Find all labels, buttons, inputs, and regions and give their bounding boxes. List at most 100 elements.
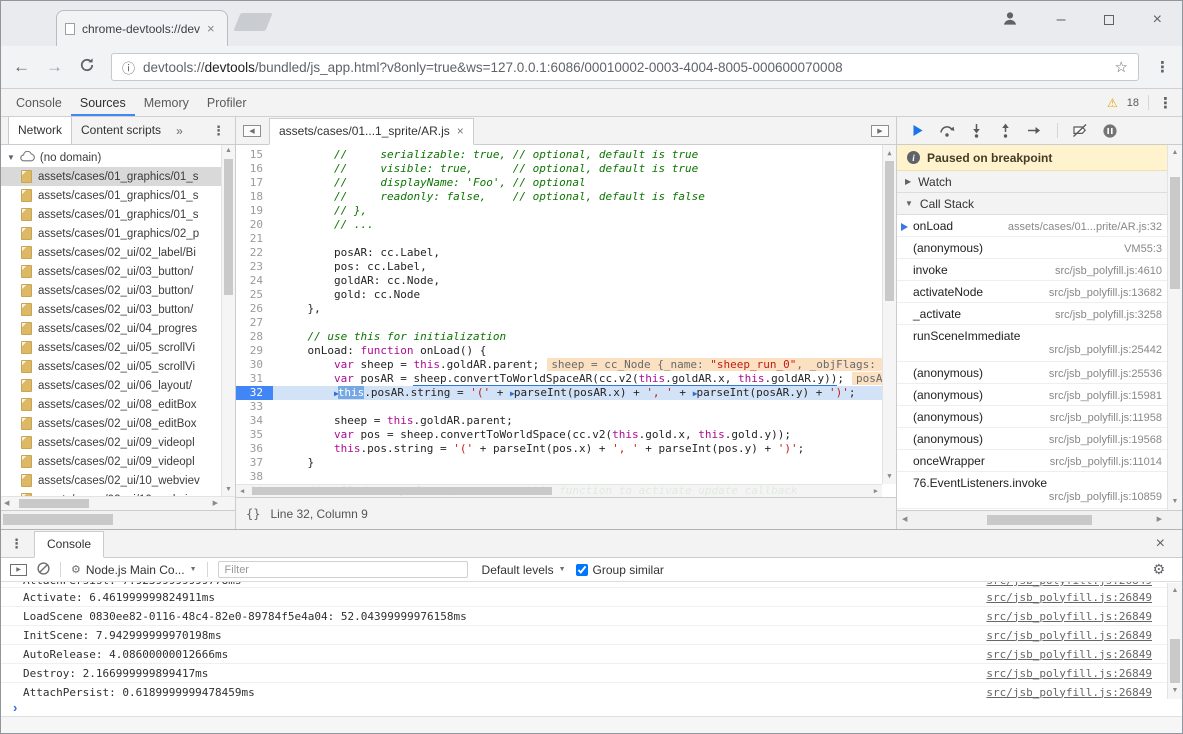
line-number[interactable]: 34 [236,414,273,428]
line-number[interactable]: 16 [236,162,273,176]
address-bar[interactable]: ⓘ devtools://devtools/bundled/js_app.htm… [111,53,1139,81]
line-number[interactable]: 24 [236,274,273,288]
line-number[interactable]: 17 [236,176,273,190]
tab-close-icon[interactable]: × [207,22,215,35]
line-number[interactable]: 22 [236,246,273,260]
file-item[interactable]: assets/cases/02_ui/06_layout/ [1,376,235,395]
scroll-left-icon[interactable]: ◀ [902,511,907,529]
call-stack-frame[interactable]: activateNodesrc/jsb_polyfill.js:13682 [897,281,1182,303]
call-stack-frame[interactable]: onLoadassets/cases/01...prite/AR.js:32 [897,215,1182,237]
step-out-icon[interactable] [998,123,1013,138]
line-number[interactable]: 15 [236,148,273,162]
console-message-link[interactable]: src/jsb_polyfill.js:26849 [986,686,1152,699]
call-stack-frame[interactable]: 76.EventListeners.invokesrc/jsb_polyfill… [897,472,1182,509]
line-number[interactable]: 20 [236,218,273,232]
warning-icon[interactable]: ⚠ [1107,96,1118,110]
scroll-up-icon[interactable]: ▲ [1168,585,1182,597]
console-prompt[interactable]: › [1,699,1182,716]
maximize-button[interactable] [1104,15,1114,25]
drawer-menu-icon[interactable]: ⋮ [10,536,23,552]
console-message-link[interactable]: src/jsb_polyfill.js:26849 [986,591,1152,604]
scroll-left-icon[interactable]: ◀ [240,485,244,497]
editor-horizontal-scrollbar[interactable]: ◀ ▶ [236,484,882,497]
call-stack-frame[interactable]: (anonymous)src/jsb_polyfill.js:19568 [897,428,1182,450]
group-similar-checkbox[interactable] [576,564,588,576]
call-stack-frame[interactable]: (anonymous)src/jsb_polyfill.js:25536 [897,362,1182,384]
line-number[interactable]: 18 [236,190,273,204]
devtools-menu-icon[interactable]: ⋮ [1158,94,1173,112]
close-window-button[interactable]: × [1153,12,1162,28]
pause-on-exceptions-icon[interactable] [1102,123,1118,139]
profile-avatar-icon[interactable] [1002,10,1018,31]
line-number[interactable]: 19 [236,204,273,218]
line-number[interactable]: 32 [236,386,273,400]
pretty-print-icon[interactable]: {} [246,507,260,521]
browser-tab[interactable]: chrome-devtools://dev × [56,10,228,46]
execution-context-selector[interactable]: ⚙ Node.js Main Co... ▼ [71,563,197,577]
scroll-down-icon[interactable]: ▼ [222,484,235,496]
scrollbar-thumb[interactable] [987,515,1092,525]
call-stack-frame[interactable]: onceWrappersrc/jsb_polyfill.js:11014 [897,450,1182,472]
file-item[interactable]: assets/cases/02_ui/05_scrollVi [1,357,235,376]
scroll-up-icon[interactable]: ▲ [1168,147,1182,159]
minimize-button[interactable]: – [1057,12,1066,28]
scrollbar-thumb[interactable] [1170,177,1180,289]
file-item[interactable]: assets/cases/02_ui/09_videopl [1,452,235,471]
log-levels-dropdown[interactable]: Default levels ▼ [482,563,566,577]
line-number[interactable]: 27 [236,316,273,330]
tab-sources-panel[interactable]: Sources [71,89,135,116]
debugger-horizontal-scrollbar[interactable]: ◀ ▶ [897,510,1182,529]
line-number[interactable]: 26 [236,302,273,316]
line-number[interactable]: 36 [236,442,273,456]
tab-content-scripts[interactable]: Content scripts [72,117,170,144]
new-tab-button[interactable] [233,13,272,31]
console-message-link[interactable]: src/jsb_polyfill.js:26849 [986,648,1152,661]
browser-menu-icon[interactable]: ⋮ [1155,58,1170,76]
file-item[interactable]: assets/cases/02_ui/03_button/ [1,281,235,300]
file-item[interactable]: assets/cases/01_graphics/02_p [1,224,235,243]
scroll-down-icon[interactable]: ▼ [883,470,896,482]
scroll-up-icon[interactable]: ▲ [222,145,235,157]
deactivate-breakpoints-icon[interactable] [1072,123,1088,138]
scroll-right-icon[interactable]: ▶ [874,485,878,497]
close-drawer-icon[interactable]: × [1156,535,1173,553]
line-number[interactable]: 35 [236,428,273,442]
tab-console-panel[interactable]: Console [7,89,71,116]
scrollbar-thumb[interactable] [885,161,894,301]
collapse-navigator-icon[interactable]: ◀ [243,125,261,137]
scrollbar-thumb[interactable] [3,514,113,525]
tab-network[interactable]: Network [8,117,72,144]
watch-section-header[interactable]: ▶ Watch [897,171,1182,193]
close-file-icon[interactable]: × [457,124,464,138]
file-item[interactable]: assets/cases/01_graphics/01_s [1,205,235,224]
file-item[interactable]: assets/cases/01_graphics/01_s [1,167,235,186]
scroll-up-icon[interactable]: ▲ [883,147,896,159]
scroll-down-icon[interactable]: ▼ [1168,496,1182,508]
reload-icon[interactable] [79,57,95,78]
step-icon[interactable] [1027,123,1043,138]
call-stack-frame[interactable]: runSceneImmediatesrc/jsb_polyfill.js:254… [897,325,1182,362]
editor-file-tab[interactable]: assets/cases/01...1_sprite/AR.js × [269,118,474,145]
console-message-link[interactable]: src/jsb_polyfill.js:26849 [986,610,1152,623]
console-settings-gear-icon[interactable]: ⚙ [1152,561,1173,578]
console-message-link[interactable]: src/jsb_polyfill.js:26849 [986,629,1152,642]
code-editor[interactable]: 15 // serializable: true, // optional, d… [236,145,896,497]
debugger-vertical-scrollbar[interactable]: ▲ ▼ [1167,145,1182,510]
clear-console-icon[interactable] [37,562,50,578]
console-message-link[interactable]: src/jsb_polyfill.js:26849 [986,582,1152,587]
scroll-down-icon[interactable]: ▼ [1168,685,1182,697]
back-icon[interactable]: ← [13,57,30,77]
file-item[interactable]: assets/cases/02_ui/04_progres [1,319,235,338]
call-stack-frame[interactable]: invokesrc/jsb_polyfill.js:4610 [897,259,1182,281]
file-item[interactable]: assets/cases/02_ui/10_webviev [1,471,235,490]
editor-vertical-scrollbar[interactable]: ▲ ▼ [882,145,896,484]
scroll-right-icon[interactable]: ▶ [213,497,218,510]
file-item[interactable]: assets/cases/02_ui/05_scrollVi [1,338,235,357]
scrollbar-thumb[interactable] [224,159,233,295]
resume-icon[interactable] [910,123,925,138]
tab-profiler-panel[interactable]: Profiler [198,89,256,116]
collapsed-triangle-icon[interactable]: ▶ [905,177,911,186]
line-number[interactable]: 21 [236,232,273,246]
tab-memory-panel[interactable]: Memory [135,89,198,116]
expanded-triangle-icon[interactable]: ▼ [905,199,913,208]
